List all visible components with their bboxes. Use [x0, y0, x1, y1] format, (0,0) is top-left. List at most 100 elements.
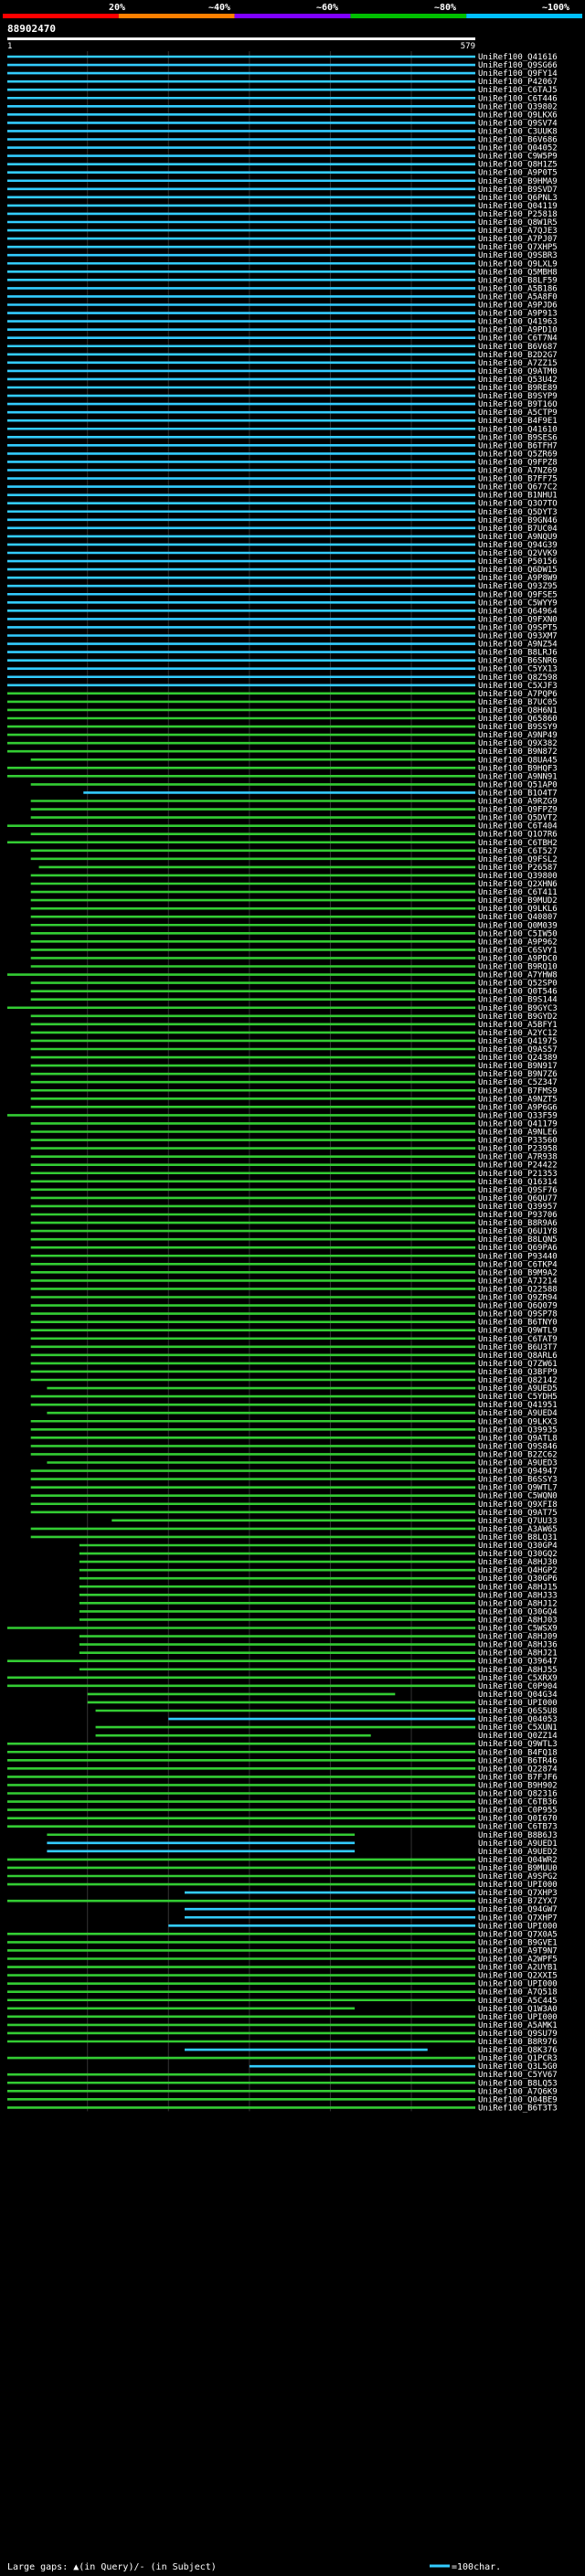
- alignment-row: UniRef100_Q9SU79: [7, 2030, 558, 2039]
- alignment-row: UniRef100_B2D2G7: [7, 351, 558, 360]
- scale-segment: [466, 14, 582, 18]
- alignment-row: UniRef100_Q9LXL9: [7, 260, 558, 269]
- alignment-row: UniRef100_Q39647: [7, 1658, 558, 1667]
- alignment-row: UniRef100_B6T3T3: [7, 2104, 558, 2113]
- alignment-row: UniRef100_Q04119: [7, 202, 558, 211]
- alignment-row: UniRef100_Q41610: [7, 425, 558, 434]
- alignment-row: UniRef100_UPI000: [7, 1980, 558, 1989]
- alignment-row: UniRef100_Q9WTL3: [7, 1740, 558, 1749]
- alignment-row: UniRef100_B9GVE1: [7, 1938, 558, 1947]
- alignment-row: UniRef100_Q1W3A0: [7, 2005, 558, 2014]
- alignment-row: UniRef100_Q04BE9: [7, 2095, 558, 2104]
- alignment-row: UniRef100_B7FF75: [7, 475, 558, 484]
- alignment-row: UniRef100_B9N872: [7, 747, 558, 757]
- alignment-row: UniRef100_Q9SPT5: [7, 623, 558, 632]
- alignment-row: UniRef100_A7ZZ15: [7, 359, 558, 368]
- alignment-row: UniRef100_UPI000: [7, 2013, 558, 2022]
- alignment-row: UniRef100_C5YV67: [7, 2071, 558, 2080]
- alignment-row: UniRef100_Q5DYT3: [7, 508, 558, 517]
- alignment-row: UniRef100_A2UYB1: [7, 1964, 558, 1973]
- alignment-row: UniRef100_B8LRJ6: [7, 649, 558, 658]
- alignment-row: UniRef100_B9SSY9: [7, 723, 558, 732]
- alignment-row: UniRef100_B9RE89: [7, 384, 558, 393]
- alignment-row: UniRef100_B7FJF6: [7, 1773, 558, 1782]
- scale-segment: [3, 14, 119, 18]
- scale-segment: [234, 14, 351, 18]
- alignment-row: UniRef100_B9MUU0: [7, 1864, 558, 1873]
- query-bar: 1 579: [7, 37, 475, 51]
- alignment-row: UniRef100_A7QJE3: [7, 227, 558, 236]
- alignment-row: UniRef100_Q41616: [7, 53, 558, 62]
- alignment-row: UniRef100_B9GN46: [7, 516, 558, 525]
- alignment-row: UniRef100_B8LQ53: [7, 2079, 558, 2088]
- alignment-row: UniRef100_Q93XM7: [7, 632, 558, 641]
- alignment-row: UniRef100_C6TBH2: [7, 839, 558, 848]
- alignment-row: UniRef100_B9GYC3: [7, 1004, 558, 1013]
- alignment-row: UniRef100_Q39802: [7, 102, 558, 111]
- alignment-row: UniRef100_Q9ATM0: [7, 367, 558, 376]
- alignment-row: UniRef100_B4F9E1: [7, 417, 558, 426]
- alignment-row: UniRef100_A9T9N7: [7, 1946, 558, 1956]
- alignment-row: UniRef100_B6SNR6: [7, 657, 558, 666]
- alignment-row: UniRef100_B9T16O: [7, 400, 558, 409]
- alignment-row: UniRef100_C5YX13: [7, 665, 558, 674]
- alignment-row: UniRef100_P42067: [7, 78, 558, 87]
- alignment-row: UniRef100_Q64964: [7, 607, 558, 616]
- alignment-row: UniRef100_Q6DW15: [7, 566, 558, 575]
- alignment-row: UniRef100_A7YHW8: [7, 971, 558, 981]
- alignment-row: UniRef100_C5XJF3: [7, 682, 558, 691]
- alignment-row: UniRef100_C5WSX9: [7, 1625, 558, 1634]
- alignment-row: UniRef100_A5C445: [7, 1997, 558, 2006]
- alignment-row: UniRef100_B8R976: [7, 2038, 558, 2047]
- alignment-row: UniRef100_A9NP49: [7, 731, 558, 740]
- scale-label: ~80%: [434, 3, 456, 13]
- alignment-row: UniRef100_B1NHU1: [7, 492, 558, 501]
- alignment-row: UniRef100_A5A8F0: [7, 292, 558, 302]
- alignment-chart: 20% ~40% ~60% ~80% ~100% 88902470 1 579 UniRe…: [3, 3, 582, 2572]
- alignment-row: UniRef100_Q7XHP5: [7, 243, 558, 252]
- footer-scale-label: =100char.: [452, 2562, 501, 2572]
- alignment-row: UniRef100_B9SYP9: [7, 392, 558, 401]
- alignment-row: UniRef100_Q2XXI5: [7, 1972, 558, 1981]
- alignment-row: UniRef100_B9HQF3: [7, 764, 558, 773]
- alignment-row: UniRef100_Q04052: [7, 144, 558, 154]
- alignment-row: UniRef100_Q1PCR3: [7, 2054, 558, 2063]
- alignment-row: UniRef100_A9NN91: [7, 772, 558, 781]
- alignment-row: UniRef100_B7ZYX7: [7, 1897, 558, 1906]
- chart-title: 88902470: [7, 23, 56, 35]
- alignment-row: UniRef100_Q65860: [7, 715, 558, 724]
- alignment-row: UniRef100_C9W5P9: [7, 153, 558, 162]
- alignment-row: UniRef100_A7PJ07: [7, 235, 558, 244]
- alignment-row: UniRef100_Q8H1Z5: [7, 161, 558, 170]
- scale-label: ~60%: [316, 3, 338, 13]
- alignment-row: UniRef100_Q33F59: [7, 1111, 558, 1120]
- alignment-row: UniRef100_A2WPF5: [7, 1956, 558, 1965]
- alignment-row: UniRef100_Q9FY14: [7, 69, 558, 79]
- alignment-row: UniRef100_Q5ZR69: [7, 450, 558, 459]
- scale-segment: [350, 14, 467, 18]
- alignment-row: UniRef100_B8LF59: [7, 276, 558, 285]
- alignment-row: UniRef100_C5XRX9: [7, 1674, 558, 1683]
- alignment-row: UniRef100_A7Q518: [7, 1988, 558, 1998]
- alignment-row: UniRef100_B7UC04: [7, 525, 558, 534]
- alignment-row: UniRef100_B6TR46: [7, 1756, 558, 1765]
- alignment-row: UniRef100_A9NZ54: [7, 641, 558, 650]
- alignment-row: UniRef100_A9SPG2: [7, 1872, 558, 1882]
- scale-label: ~40%: [208, 3, 230, 13]
- alignment-row: UniRef100_A7NZ69: [7, 467, 558, 476]
- alignment-row: UniRef100_P25818: [7, 210, 558, 219]
- query-length-bar: [7, 37, 475, 40]
- alignment-row: UniRef100_Q9SBR3: [7, 251, 558, 260]
- scale-label: 20%: [109, 3, 125, 13]
- alignment-row: UniRef100_A5AMK1: [7, 2021, 558, 2030]
- alignment-row: UniRef100_Q9SV74: [7, 119, 558, 128]
- alignment-row: UniRef100_Q0I670: [7, 1815, 558, 1824]
- alignment-row: UniRef100_Q41963: [7, 318, 558, 327]
- alignment-row: UniRef100_B9SES6: [7, 433, 558, 442]
- query-end-label: 579: [461, 42, 475, 51]
- alignment-row: UniRef100_B9H902: [7, 1781, 558, 1790]
- alignment-row: UniRef100_B9HMA9: [7, 177, 558, 186]
- alignment-row: UniRef100_B7UC05: [7, 698, 558, 707]
- alignment-row: UniRef100_C6T404: [7, 822, 558, 832]
- alignment-row: UniRef100_B6V686: [7, 136, 558, 145]
